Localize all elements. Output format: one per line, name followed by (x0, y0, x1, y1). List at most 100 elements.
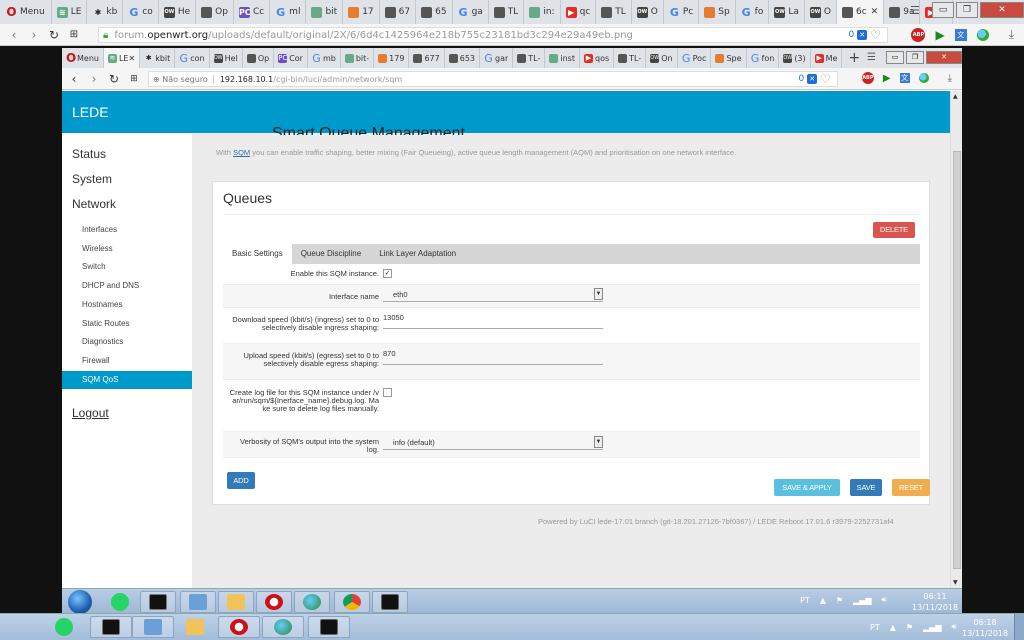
sidebar-item-dhcp-and-dns[interactable]: DHCP and DNS (62, 277, 192, 295)
browser-tab[interactable]: Gga (453, 0, 489, 24)
browser-tab[interactable]: OW He (159, 0, 197, 24)
taskbar-cmd[interactable] (90, 616, 132, 638)
volume-icon[interactable]: 🔊︎ (882, 595, 887, 605)
flag-icon[interactable]: ⚑ (836, 596, 843, 605)
taskbar-whatsapp[interactable] (46, 616, 82, 638)
globe-extension-icon[interactable] (976, 28, 989, 41)
language-indicator[interactable]: PT (870, 623, 880, 632)
browser-tab[interactable]: OW La (769, 0, 805, 24)
browser-tab[interactable]: OW O (632, 0, 664, 24)
language-indicator[interactable]: PT (800, 596, 810, 605)
add-button[interactable]: ADD (227, 472, 255, 489)
sidebar-item-network[interactable]: Network (72, 197, 116, 211)
scrollbar-thumb[interactable] (953, 151, 961, 569)
taskbar-opera[interactable] (256, 591, 292, 613)
scroll-down-icon[interactable]: ▼ (953, 579, 958, 586)
browser-tab[interactable]: Spe (711, 48, 747, 68)
upload-speed-input[interactable]: 870 (383, 349, 603, 365)
inner-clock[interactable]: 06:11 13/11/2018 (912, 591, 958, 613)
browser-tab[interactable]: 65 (416, 0, 453, 24)
tab-queue-discipline[interactable]: Queue Discipline (292, 244, 370, 264)
minimize-button[interactable]: ▭ (932, 2, 954, 18)
browser-tab[interactable]: TL- (513, 48, 546, 68)
sidebar-item-status[interactable]: Status (72, 147, 106, 161)
tab-link-layer-adaptation[interactable]: Link Layer Adaptation (370, 244, 465, 264)
enable-checkbox[interactable]: ✓ (383, 269, 392, 278)
back-icon[interactable]: ‹ (4, 28, 24, 42)
browser-tab[interactable]: Gfon (747, 48, 780, 68)
lede-brand-header[interactable]: LEDE (62, 91, 950, 133)
browser-tab[interactable]: ▶ qos (580, 48, 615, 68)
taskbar-explorer[interactable] (218, 591, 254, 613)
sidebar-item-firewall[interactable]: Firewall (62, 352, 192, 370)
play-extension-icon[interactable]: ▶ (935, 28, 944, 42)
flag-icon[interactable]: ⚑ (906, 623, 913, 632)
logout-link[interactable]: Logout (72, 406, 109, 420)
show-desktop-button[interactable] (1014, 614, 1024, 640)
taskbar-opera[interactable] (218, 616, 260, 638)
browser-tab[interactable]: in: (524, 0, 561, 24)
taskbar-whatsapp[interactable] (102, 591, 138, 613)
new-tab-button[interactable]: + (842, 50, 866, 66)
sidebar-item-static-routes[interactable]: Static Routes (62, 315, 192, 333)
globe-extension-icon[interactable] (918, 73, 929, 83)
browser-tab[interactable]: Ggar (480, 48, 514, 68)
reload-icon[interactable]: ↻ (104, 72, 124, 86)
maximize-button[interactable]: ❐ (956, 2, 978, 18)
browser-tab[interactable]: Gfo (736, 0, 770, 24)
taskbar-idm[interactable] (262, 616, 304, 638)
adblock-icon[interactable]: ABP (911, 27, 926, 42)
verbosity-select[interactable]: info (default) ▼ (383, 436, 603, 450)
browser-tab[interactable]: TL (596, 0, 632, 24)
close-tab-icon[interactable]: ✕ (128, 54, 135, 63)
browser-tab[interactable]: ▶ Me (811, 48, 843, 68)
sidebar-item-sqm-qos[interactable]: SQM QoS (62, 370, 192, 389)
browser-tab[interactable]: Op (196, 0, 234, 24)
speed-dial-icon[interactable]: ⊞ (124, 74, 144, 84)
taskbar-chrome[interactable] (334, 591, 370, 613)
browser-tab[interactable]: Gml (270, 0, 307, 24)
browser-tab[interactable]: OW (3) (779, 48, 811, 68)
browser-tab[interactable]: TL- (614, 48, 647, 68)
translate-icon[interactable]: 文 (899, 73, 910, 83)
browser-tab[interactable]: 6c ✕ (836, 0, 885, 24)
browser-tab[interactable]: 677 (409, 48, 445, 68)
tray-expand-icon[interactable]: ▲ (890, 623, 896, 632)
save-apply-button[interactable]: SAVE & APPLY (774, 479, 840, 496)
tracker-blocker-icon[interactable]: ✕ (807, 74, 818, 84)
taskbar-explorer[interactable] (174, 616, 216, 638)
browser-tab[interactable]: G Poc (678, 48, 712, 68)
tab-menu-icon[interactable]: ☰ (910, 4, 920, 17)
browser-tab[interactable]: inst (545, 48, 580, 68)
sidebar-item-system[interactable]: System (72, 172, 112, 186)
sidebar-item-diagnostics[interactable]: Diagnostics (62, 333, 192, 351)
speed-dial-icon[interactable]: ⊞ (64, 29, 84, 40)
sidebar-item-hostnames[interactable]: Hostnames (62, 296, 192, 314)
sqm-link[interactable]: SQM (233, 148, 250, 157)
tab-basic-settings[interactable]: Basic Settings (223, 244, 292, 264)
taskbar-calculator[interactable] (132, 616, 174, 638)
clock[interactable]: 06:18 13/11/2018 (962, 617, 1008, 639)
logfile-checkbox[interactable] (383, 388, 392, 397)
reset-button[interactable]: RESET (892, 479, 930, 496)
browser-tab[interactable]: Gco (123, 0, 159, 24)
forward-icon[interactable]: › (84, 72, 104, 86)
browser-tab[interactable]: Gcon (175, 48, 210, 68)
browser-tab[interactable]: ▶ qc (561, 0, 597, 24)
maximize-button[interactable]: ❐ (906, 50, 924, 64)
page-scrollbar[interactable]: ▲ ▼ (950, 91, 962, 588)
minimize-button[interactable]: ▭ (886, 50, 904, 64)
close-tab-icon[interactable]: ✕ (871, 7, 879, 17)
close-window-button[interactable]: ✕ (926, 50, 962, 64)
inner-url-field[interactable]: ⊕ Não seguro 192.168.10.1/cgi-bin/luci/a… (148, 71, 838, 87)
browser-tab[interactable]: 17 (343, 0, 380, 24)
interface-select[interactable]: eth0 ▼ (383, 288, 603, 302)
browser-tab[interactable]: 67 (380, 0, 417, 24)
browser-tab[interactable]: bit (306, 0, 344, 24)
taskbar-idm[interactable] (294, 591, 330, 613)
bookmark-heart-icon[interactable]: ♡ (820, 72, 831, 86)
forward-icon[interactable]: › (24, 28, 44, 42)
network-icon[interactable]: ▂▄▆ (853, 596, 871, 605)
browser-tab[interactable]: ≋ LE (52, 0, 88, 24)
sidebar-item-switch[interactable]: Switch (62, 258, 192, 276)
